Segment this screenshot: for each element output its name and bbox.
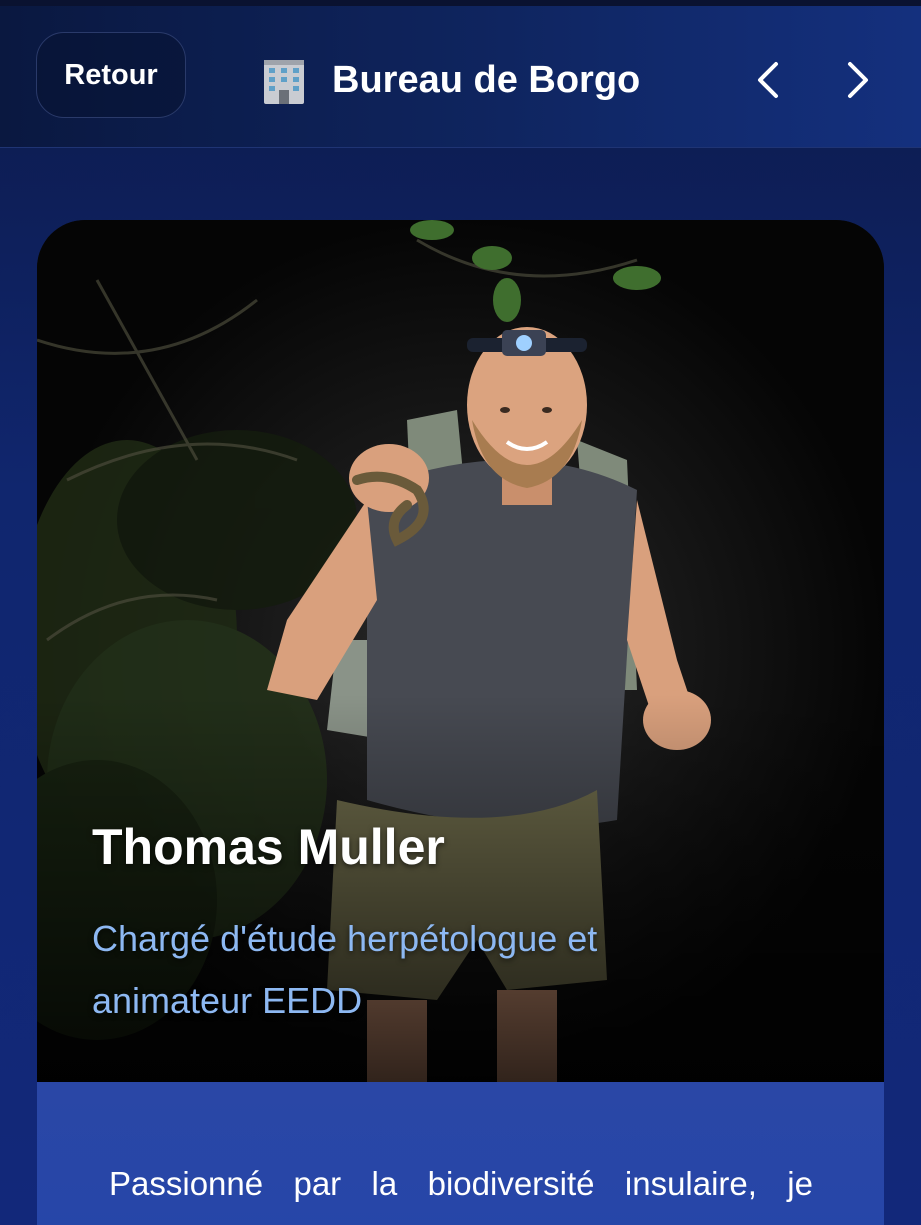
person-role: Chargé d'étude herpétologue et animateur… — [92, 918, 598, 1021]
next-button[interactable] — [838, 54, 878, 106]
profile-card: Thomas Muller Chargé d'étude herpétologu… — [37, 220, 884, 1225]
person-name: Thomas Muller — [92, 819, 445, 875]
bio-section: Passionné par la biodiversité insulaire,… — [37, 1082, 884, 1225]
bio-text: Passionné par la biodiversité insulaire,… — [109, 1165, 813, 1202]
chevron-right-icon — [848, 62, 868, 98]
back-button[interactable]: Retour — [36, 32, 186, 118]
page-header-title: Bureau de Borgo — [258, 50, 640, 110]
previous-button[interactable] — [748, 54, 788, 106]
chevron-left-icon — [758, 62, 778, 98]
office-building-icon — [264, 60, 304, 104]
profile-photo: Thomas Muller Chargé d'étude herpétologu… — [37, 220, 884, 1082]
page-title: Bureau de Borgo — [332, 58, 641, 101]
top-bar: Retour Bureau de Borgo — [0, 6, 921, 148]
